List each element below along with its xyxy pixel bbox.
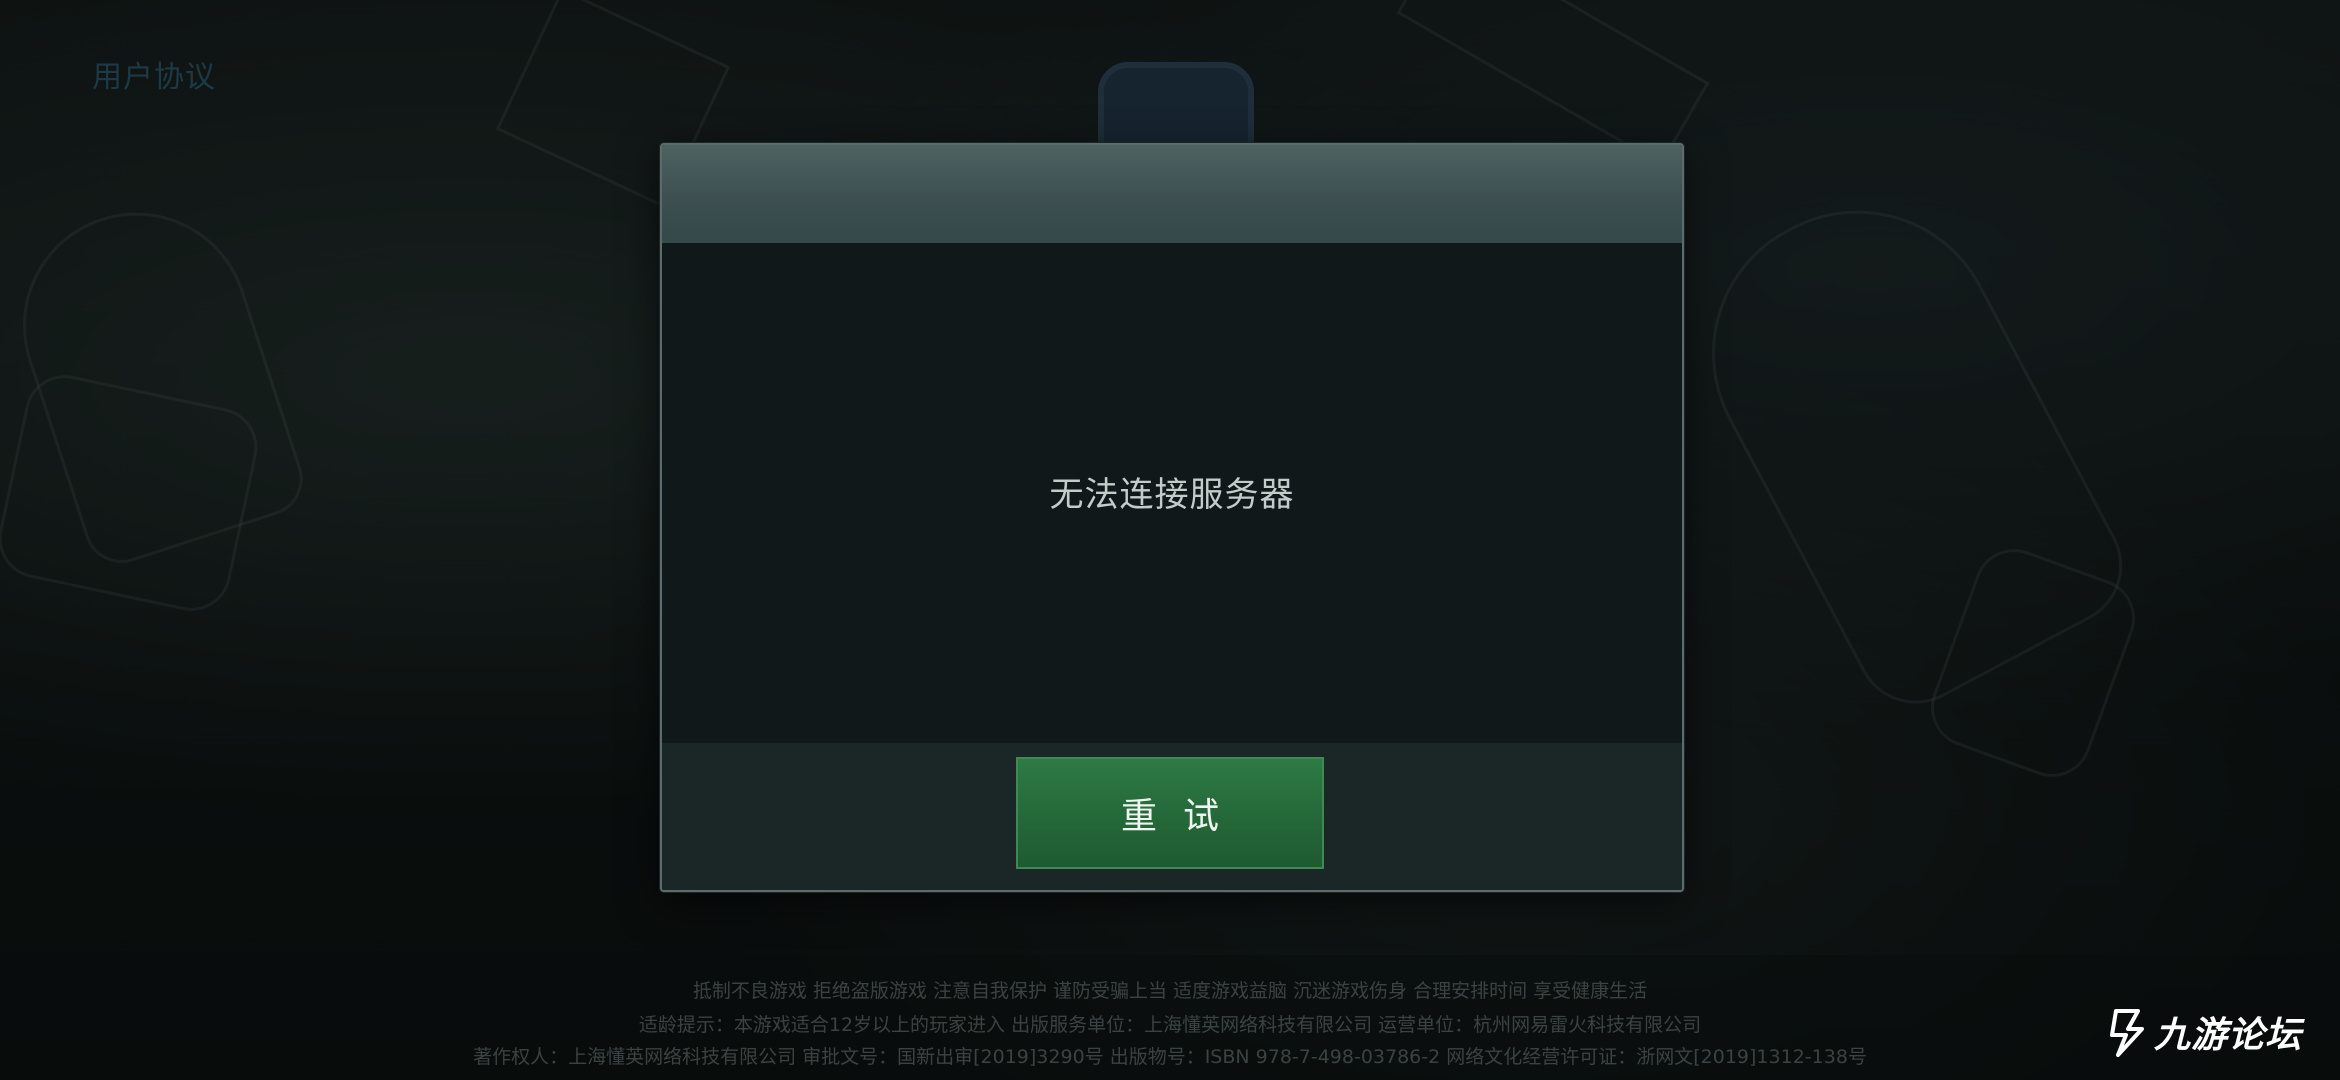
watermark: 九游论坛 <box>2108 1006 2302 1058</box>
jiuyou-logo-icon <box>2108 1007 2148 1057</box>
watermark-text: 九游论坛 <box>2154 1015 2303 1056</box>
copyright-license-text: 著作权人：上海懂英网络科技有限公司 审批文号：国新出审[2019]3290号 出… <box>473 1046 1867 1068</box>
error-message: 无法连接服务器 <box>1049 475 1295 515</box>
age-rating-publisher-text: 适龄提示：本游戏适合12岁以上的玩家进入 出版服务单位：上海懂英网络科技有限公司… <box>638 1014 1702 1036</box>
health-notice-text: 抵制不良游戏 拒绝盗版游戏 注意自我保护 谨防受骗上当 适度游戏益脑 沉迷游戏伤… <box>692 980 1648 1002</box>
dialog-header <box>662 145 1682 243</box>
connection-error-dialog: 无法连接服务器 重试 <box>660 143 1684 892</box>
user-agreement-link[interactable]: 用户协议 <box>92 52 216 96</box>
dialog-footer: 重试 <box>662 743 1682 890</box>
retry-button[interactable]: 重试 <box>1016 757 1324 869</box>
game-screen: 用户协议 无法连接服务器 重试 抵制不良游戏 拒绝盗版游戏 注意自我保护 谨防受… <box>0 0 2340 1080</box>
